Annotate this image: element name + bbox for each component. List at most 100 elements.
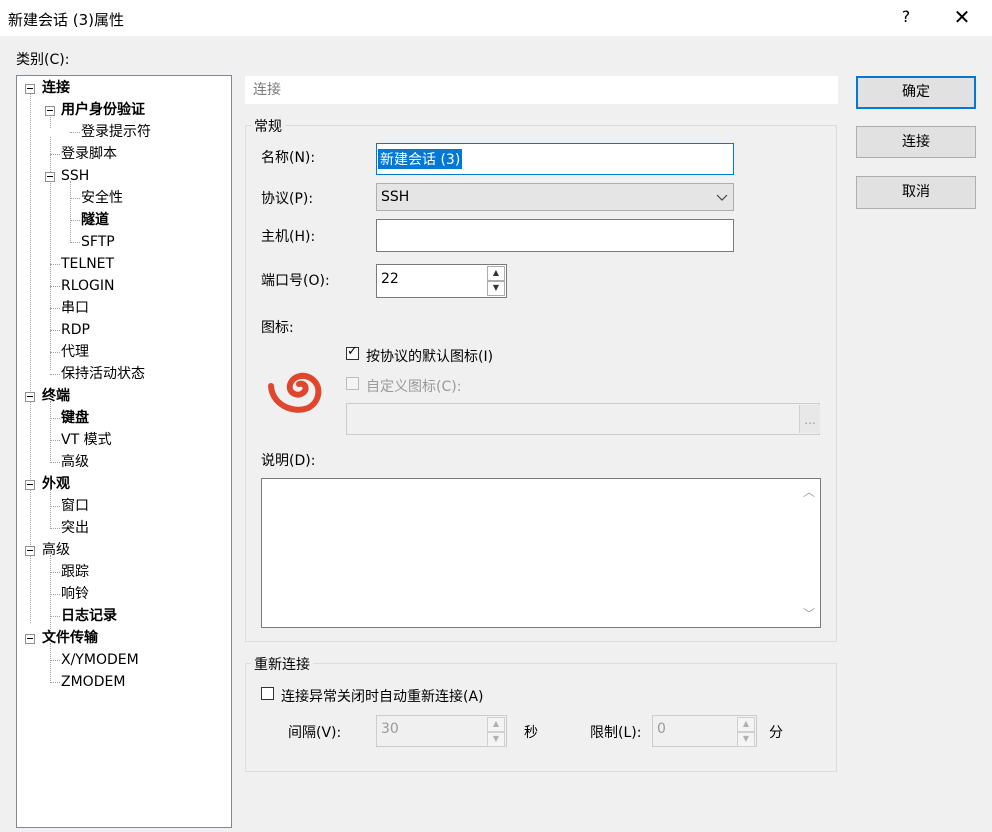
tree-connector [50, 660, 60, 661]
auto-reconnect-checkbox[interactable] [261, 687, 274, 700]
port-label: 端口号(O): [261, 273, 330, 289]
tree-item-keepalive[interactable]: 保持活动状态 [61, 363, 145, 385]
tree-item-window[interactable]: 窗口 [61, 495, 89, 517]
tree-item-user-auth[interactable]: 用户身份验证 [61, 99, 145, 121]
tree-item-tunnel[interactable]: 隧道 [81, 209, 109, 231]
limit-input[interactable]: 0 ▲ ▼ [652, 715, 757, 747]
close-button[interactable]: ✕ [950, 4, 974, 30]
custom-icon-label: 自定义图标(C): [366, 379, 462, 395]
tree-connector [50, 352, 60, 353]
tree-item-login-prompt[interactable]: 登录提示符 [81, 121, 151, 143]
tree-connector [50, 374, 60, 375]
protocol-select[interactable]: SSH [376, 183, 734, 211]
tree-connector [50, 330, 60, 331]
tree-connector [50, 682, 60, 683]
collapse-icon[interactable] [25, 392, 35, 402]
tree-connector [50, 528, 60, 529]
collapse-icon[interactable] [25, 84, 35, 94]
tree-connector [50, 308, 60, 309]
limit-input-text: 0 [657, 721, 666, 737]
tree-item-connection[interactable]: 连接 [42, 77, 70, 99]
interval-input[interactable]: 30 ▲ ▼ [376, 715, 507, 747]
tree-item-highlight[interactable]: 突出 [61, 517, 89, 539]
tree-item-advanced[interactable]: 高级 [42, 539, 70, 561]
collapse-icon[interactable] [25, 480, 35, 490]
tree-connector [30, 93, 31, 623]
tree-item-xymodem[interactable]: X/YMODEM [61, 649, 139, 671]
scroll-down-icon[interactable]: ﹀ [801, 605, 817, 622]
browse-button[interactable]: ... [799, 405, 820, 433]
collapse-icon[interactable] [45, 106, 55, 116]
description-textarea[interactable]: ︿ ﹀ [261, 478, 821, 628]
limit-down-arrow-icon[interactable]: ▼ [737, 732, 755, 747]
tree-connector [70, 242, 80, 243]
tree-item-file-transfer[interactable]: 文件传输 [42, 627, 98, 649]
reconnect-group-title: 重新连接 [251, 654, 313, 674]
port-down-arrow-icon[interactable]: ▼ [487, 281, 505, 296]
protocol-label: 协议(P): [261, 191, 314, 207]
tree-item-terminal-advanced[interactable]: 高级 [61, 451, 89, 473]
tree-connector [50, 489, 51, 529]
tree-item-keyboard[interactable]: 键盘 [61, 407, 89, 429]
tree-item-telnet[interactable]: TELNET [61, 253, 114, 275]
window-title: 新建会话 (3)属性 [8, 11, 125, 29]
description-label: 说明(D): [261, 453, 316, 469]
tree-item-appearance[interactable]: 外观 [42, 473, 70, 495]
tree-connector [70, 198, 80, 199]
port-input[interactable]: 22 ▲ ▼ [376, 264, 507, 298]
tree-connector [50, 572, 60, 573]
session-spiral-icon [268, 372, 322, 420]
tree-item-proxy[interactable]: 代理 [61, 341, 89, 363]
category-tree[interactable]: 连接 用户身份验证 登录提示符 登录脚本 SSH 安全性 隧道 SFTP TEL… [16, 75, 232, 828]
tree-item-terminal[interactable]: 终端 [42, 385, 70, 407]
tree-item-zmodem[interactable]: ZMODEM [61, 671, 125, 693]
scroll-up-icon[interactable]: ︿ [801, 483, 817, 500]
tree-item-ssh[interactable]: SSH [61, 165, 89, 187]
tree-connector [50, 115, 51, 128]
icon-label: 图标: [261, 320, 294, 336]
custom-icon-path-input[interactable]: ... [346, 403, 820, 435]
tree-item-login-script[interactable]: 登录脚本 [61, 143, 117, 165]
host-label: 主机(H): [261, 229, 316, 245]
collapse-icon[interactable] [25, 546, 35, 556]
tree-connector [70, 132, 80, 133]
interval-up-arrow-icon[interactable]: ▲ [487, 717, 505, 732]
tree-item-serial[interactable]: 串口 [61, 297, 89, 319]
interval-label: 间隔(V): [288, 725, 342, 741]
protocol-value: SSH [381, 189, 410, 205]
chevron-down-icon [715, 185, 729, 213]
tree-connector [50, 594, 60, 595]
cancel-button[interactable]: 取消 [856, 176, 976, 209]
name-input[interactable]: 新建会话 (3) [376, 143, 734, 175]
general-group-title: 常规 [251, 116, 285, 136]
tree-item-sftp[interactable]: SFTP [81, 231, 115, 253]
limit-up-arrow-icon[interactable]: ▲ [737, 717, 755, 732]
help-button[interactable]: ? [896, 7, 916, 26]
section-title: 连接 [245, 76, 838, 104]
host-input[interactable] [376, 219, 734, 252]
tree-connector [70, 181, 71, 243]
auto-reconnect-label: 连接异常关闭时自动重新连接(A) [281, 689, 484, 705]
name-input-text: 新建会话 (3) [378, 149, 463, 169]
name-label: 名称(N): [261, 150, 316, 166]
tree-item-security[interactable]: 安全性 [81, 187, 123, 209]
ok-button[interactable]: 确定 [856, 76, 976, 109]
port-up-arrow-icon[interactable]: ▲ [487, 266, 505, 281]
interval-unit: 秒 [524, 725, 538, 741]
title-bar: 新建会话 (3)属性 ? ✕ [0, 0, 992, 36]
tree-item-vt-mode[interactable]: VT 模式 [61, 429, 112, 451]
default-icon-label: 按协议的默认图标(I) [366, 349, 494, 365]
tree-item-rdp[interactable]: RDP [61, 319, 90, 341]
tree-item-trace[interactable]: 跟踪 [61, 561, 89, 583]
tree-item-logging[interactable]: 日志记录 [61, 605, 117, 627]
connect-button[interactable]: 连接 [856, 126, 976, 158]
tree-connector [50, 616, 60, 617]
default-icon-checkbox[interactable] [346, 344, 359, 360]
collapse-icon[interactable] [25, 634, 35, 644]
tree-item-bell[interactable]: 响铃 [61, 583, 89, 605]
custom-icon-checkbox[interactable] [346, 377, 359, 390]
limit-label: 限制(L): [590, 725, 642, 741]
interval-down-arrow-icon[interactable]: ▼ [487, 732, 505, 747]
collapse-icon[interactable] [45, 172, 55, 182]
tree-item-rlogin[interactable]: RLOGIN [61, 275, 115, 297]
